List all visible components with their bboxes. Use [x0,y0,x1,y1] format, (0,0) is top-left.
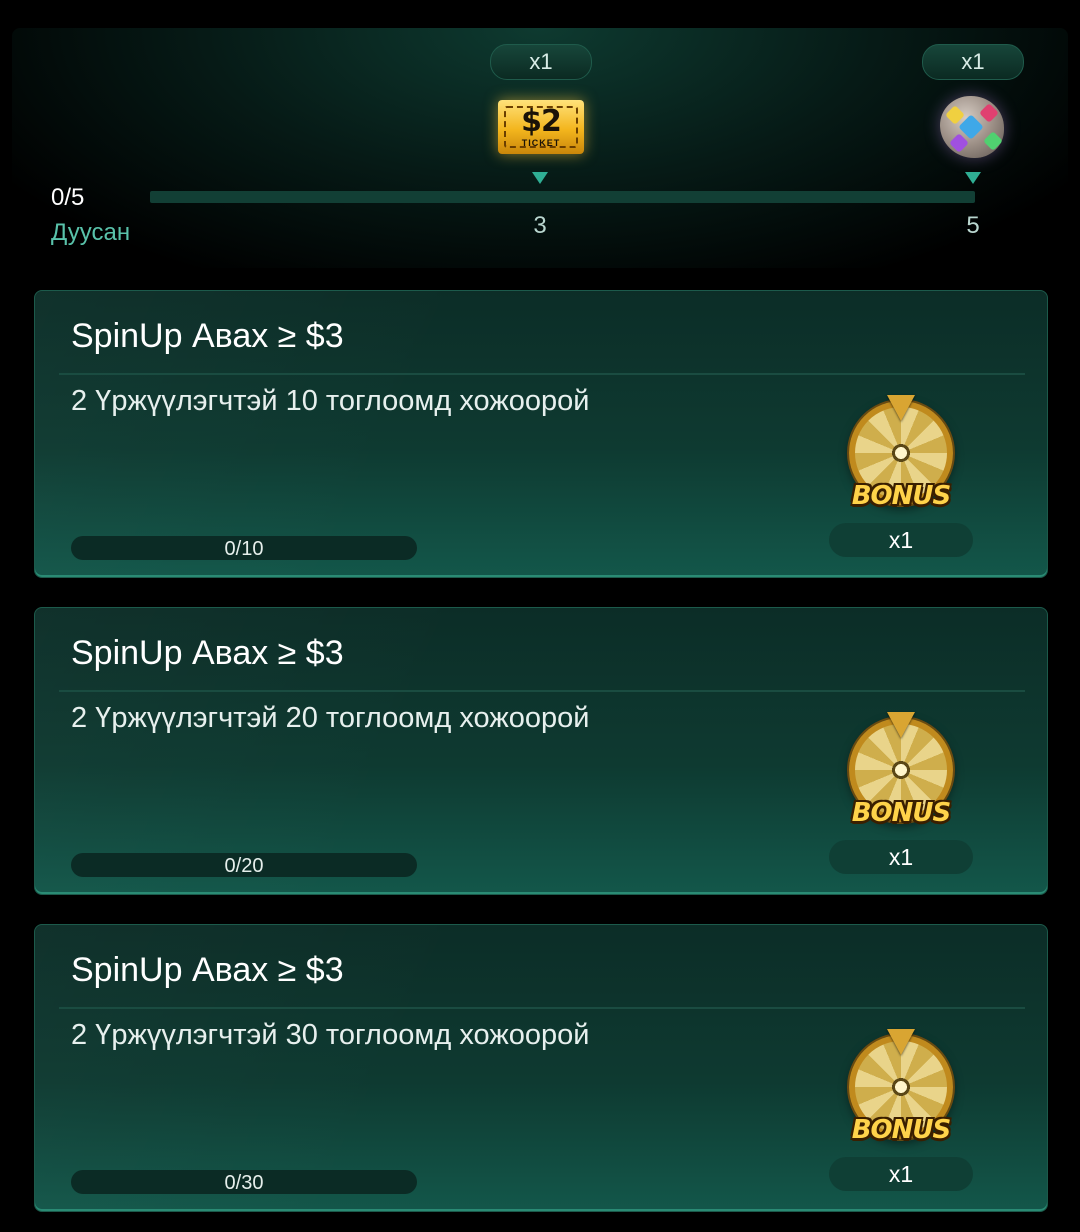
task-progress-bar: 0/10 [71,536,417,560]
milestone-reward-quantity: x1 [922,44,1024,80]
task-title: SpinUp Авах ≥ $3 [71,317,344,355]
wheel-pointer-icon [887,395,915,421]
gem-rock-icon[interactable] [940,96,1004,158]
divider [59,690,1025,692]
bonus-label: BONUS [851,798,952,828]
milestone-marker [965,172,981,184]
reward-quantity: x1 [829,840,973,874]
task-progress-bar: 0/30 [71,1170,417,1194]
task-card[interactable]: SpinUp Авах ≥ $3 2 Үржүүлэгчтэй 30 тогло… [34,924,1048,1212]
ticket-2-dollar-icon[interactable]: $2 TICKET [498,100,584,154]
bonus-label: BONUS [851,1115,952,1145]
task-title: SpinUp Авах ≥ $3 [71,951,344,989]
wheel-pointer-icon [887,1029,915,1055]
task-description: 2 Үржүүлэгчтэй 20 тоглоомд хожоорой [71,702,590,734]
divider [59,373,1025,375]
milestone-marker [532,172,548,184]
ticket-value: $2 [521,104,562,139]
ticket-label: TICKET [521,138,561,148]
bonus-label: BONUS [851,481,952,511]
task-description: 2 Үржүүлэгчтэй 30 тоглоомд хожоорой [71,1019,590,1051]
task-card[interactable]: SpinUp Авах ≥ $3 2 Үржүүлэгчтэй 20 тогло… [34,607,1048,895]
milestone-progress-count: 0/5 [51,184,85,211]
reward-quantity: x1 [829,523,973,557]
task-progress-text: 0/20 [224,855,264,877]
milestone-progress-label: Дуусан [51,219,131,246]
wheel-pointer-icon [887,712,915,738]
task-title: SpinUp Авах ≥ $3 [71,634,344,672]
reward-quantity: x1 [829,1157,973,1191]
milestone-step: 5 [966,212,980,239]
pink-gem [979,103,999,123]
purple-gem [949,133,969,153]
divider [59,1007,1025,1009]
milestone-step: 3 [533,212,547,239]
task-progress-text: 0/30 [224,1172,264,1194]
task-description: 2 Үржүүлэгчтэй 10 тоглоомд хожоорой [71,385,590,417]
task-progress-bar: 0/20 [71,853,417,877]
task-progress-text: 0/10 [224,538,264,560]
task-card[interactable]: SpinUp Авах ≥ $3 2 Үржүүлэгчтэй 10 тогло… [34,290,1048,578]
milestone-progress-bar [150,191,975,203]
milestone-reward-quantity: x1 [490,44,592,80]
